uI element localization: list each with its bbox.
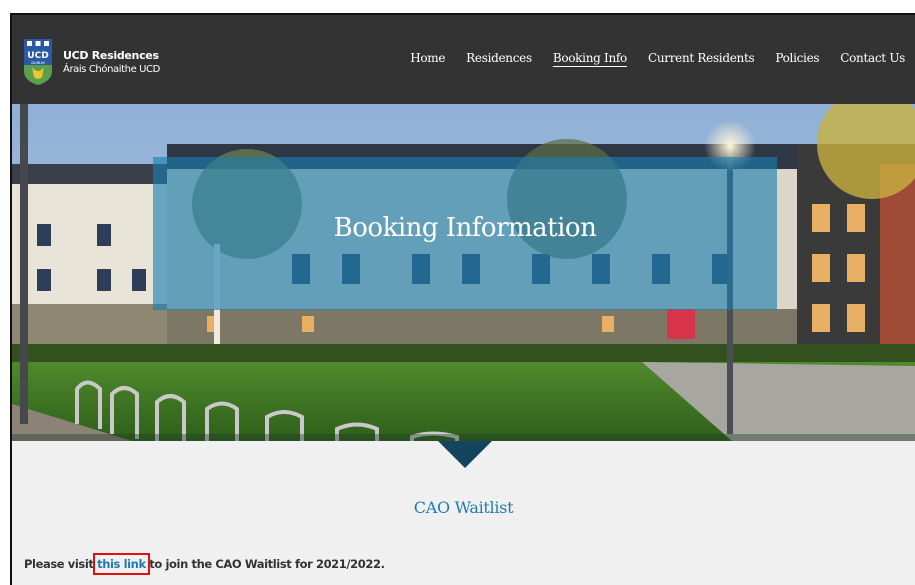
brand[interactable]: UCD Residences Árais Chónaithe UCD [63, 49, 160, 77]
hero-pointer-arrow-icon [438, 441, 492, 468]
hero-banner: Booking Information [12, 104, 915, 441]
page-title: Booking Information [333, 212, 597, 243]
svg-text:UCD: UCD [27, 51, 48, 61]
ucd-logo-icon[interactable]: UCD DUBLIN [24, 39, 52, 85]
nav-policies[interactable]: Policies [775, 51, 819, 65]
cao-waitlist-link[interactable]: this link [93, 553, 150, 575]
nav-residences[interactable]: Residences [466, 51, 532, 65]
nav-current-residents[interactable]: Current Residents [648, 51, 755, 65]
main-nav: Home Residences Booking Info Current Res… [410, 51, 915, 65]
waitlist-paragraph: Please visit this link to join the CAO W… [24, 553, 385, 575]
site-subtitle: Árais Chónaithe UCD [63, 64, 160, 75]
text-after-link: to join the CAO Waitlist for 2021/2022. [145, 557, 385, 571]
site-name: UCD Residences [63, 49, 159, 62]
nav-contact-us[interactable]: Contact Us [840, 51, 905, 65]
browser-frame: UCD DUBLIN UCD Residences Árais Chónaith… [10, 13, 915, 585]
text-before-link: Please visit [24, 557, 98, 571]
site-header: UCD DUBLIN UCD Residences Árais Chónaith… [12, 15, 915, 104]
svg-text:DUBLIN: DUBLIN [31, 61, 45, 65]
nav-home[interactable]: Home [410, 51, 445, 65]
nav-booking-info[interactable]: Booking Info [553, 51, 627, 65]
section-title: CAO Waitlist [413, 498, 514, 517]
hero-title-box: Booking Information [153, 157, 777, 310]
